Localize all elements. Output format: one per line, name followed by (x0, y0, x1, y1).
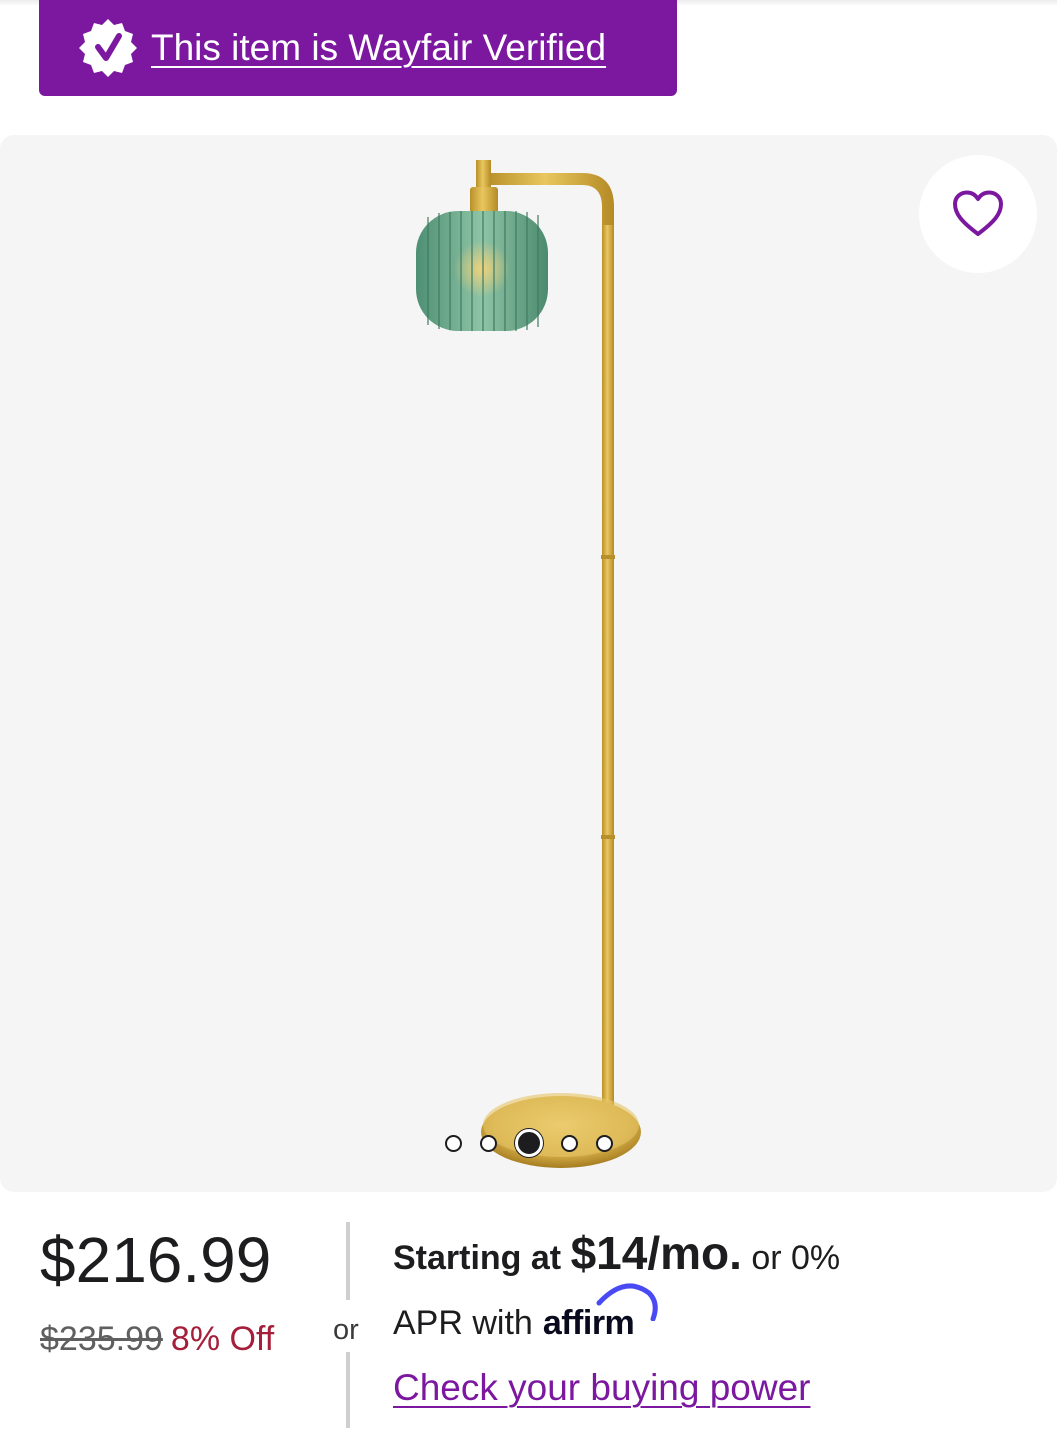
wayfair-verified-banner[interactable]: This item is Wayfair Verified (39, 0, 677, 96)
carousel-dot[interactable] (560, 1134, 578, 1152)
financing-provider-line: APR with affirm (393, 1283, 1033, 1345)
price-comparison: $235.99 8% Off (40, 1320, 340, 1359)
discount-label: 8% Off (170, 1320, 275, 1358)
financing-block: Starting at $14/mo. or 0% APR with affir… (393, 1222, 1033, 1409)
or-separator: or (333, 1314, 359, 1346)
carousel-dot[interactable] (444, 1134, 462, 1152)
product-image-gallery[interactable] (0, 135, 1057, 1192)
favorite-button[interactable] (919, 155, 1037, 273)
apr-with-label: APR with (393, 1304, 533, 1342)
carousel-dot[interactable] (479, 1134, 497, 1152)
affirm-arc-icon (596, 1283, 658, 1321)
original-price: $235.99 (40, 1320, 163, 1358)
carousel-dot-active[interactable] (514, 1129, 543, 1157)
current-price: $216.99 (40, 1224, 272, 1296)
verified-banner-link[interactable]: This item is Wayfair Verified (151, 27, 606, 69)
affirm-logo: affirm (543, 1283, 658, 1345)
verified-check-badge-icon (79, 19, 137, 77)
divider (346, 1352, 350, 1428)
monthly-payment: $14/mo. (570, 1227, 742, 1279)
starting-at-label: Starting at (393, 1239, 562, 1277)
financing-line: Starting at $14/mo. or 0% (393, 1222, 1033, 1289)
image-carousel-dots (0, 1128, 1057, 1158)
carousel-dot[interactable] (595, 1134, 613, 1152)
divider (346, 1222, 350, 1300)
apr-label: or 0% (741, 1239, 841, 1277)
heart-outline-icon (953, 190, 1003, 236)
price-block: $216.99 $235.99 8% Off (40, 1220, 340, 1359)
check-buying-power-link[interactable]: Check your buying power (393, 1367, 811, 1409)
product-image-floor-lamp[interactable] (0, 135, 1057, 1192)
